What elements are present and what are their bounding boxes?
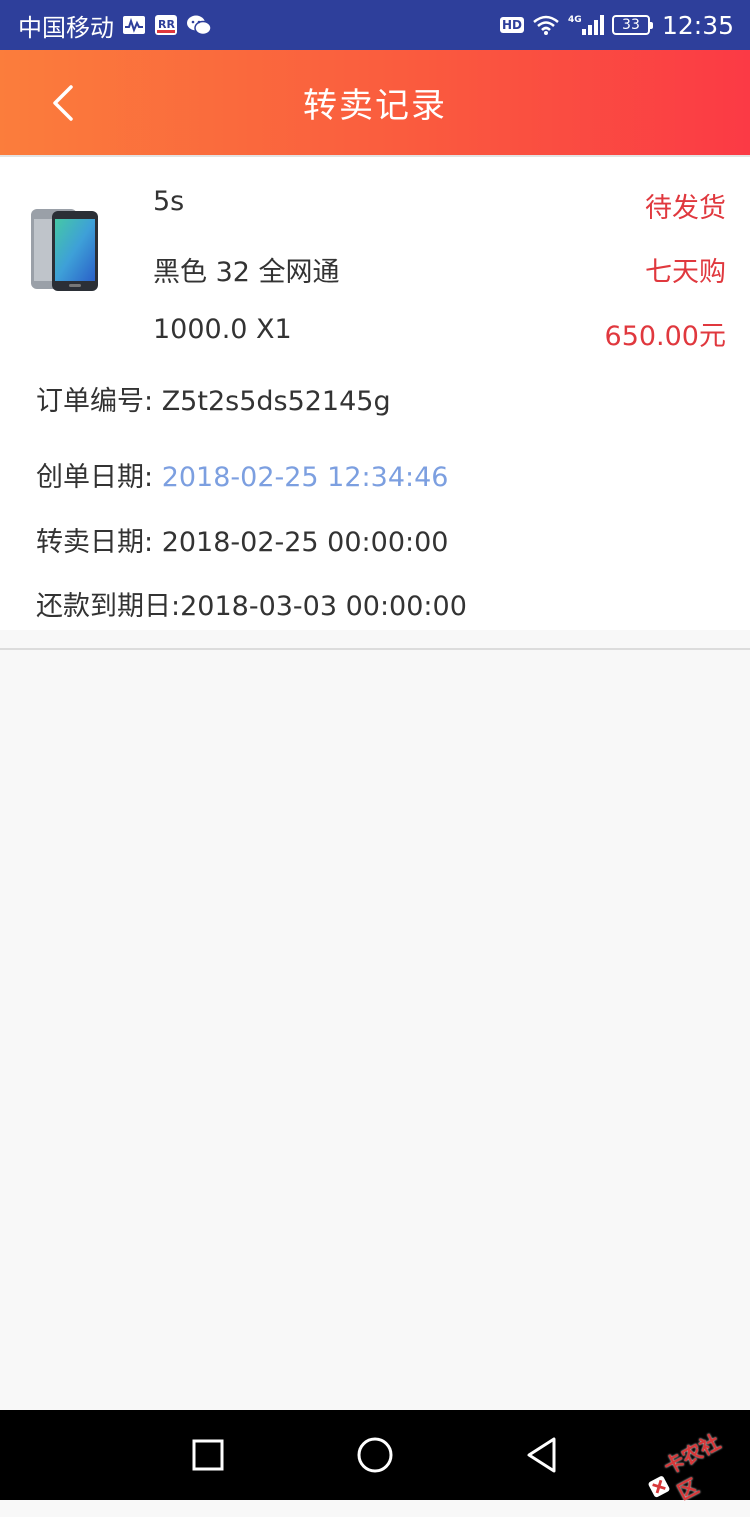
resale-date-row: 转卖日期: 2018-02-25 00:00:00 xyxy=(36,520,448,559)
watermark-text: 卡农社区 xyxy=(659,1429,725,1505)
recent-apps-button[interactable] xyxy=(185,1432,231,1478)
wechat-icon xyxy=(186,14,212,36)
app-notification-icon: RR xyxy=(154,14,178,36)
network-type: 4G xyxy=(568,15,582,25)
watermark: 卡农社区 xyxy=(640,1425,749,1511)
wifi-icon xyxy=(532,14,560,36)
home-button[interactable] xyxy=(352,1432,398,1478)
order-amount: 650.00元 xyxy=(604,321,726,352)
created-date-label: 创单日期: xyxy=(36,462,162,493)
order-card[interactable]: 5s 待发货 黑色 32 全网通 七天购 1000.0 X1 650.00元 订… xyxy=(0,157,750,630)
price-quantity: 1000.0 X1 xyxy=(153,314,292,345)
due-date-row: 还款到期日:2018-03-03 00:00:00 xyxy=(36,584,467,623)
triangle-back-icon xyxy=(527,1437,556,1473)
svg-text:RR: RR xyxy=(158,18,175,31)
status-right: HD 4G 33 12:35 xyxy=(499,10,734,40)
product-image xyxy=(28,209,102,293)
product-name: 5s xyxy=(153,186,185,217)
system-nav-bar: 卡农社区 xyxy=(0,1410,750,1505)
square-icon xyxy=(192,1439,224,1471)
back-button[interactable] xyxy=(40,80,86,126)
resale-date-label: 转卖日期: xyxy=(36,527,162,558)
product-spec: 黑色 32 全网通 xyxy=(153,257,340,288)
chevron-left-icon xyxy=(53,85,73,121)
signal-icon: 4G xyxy=(568,13,604,37)
order-status: 待发货 xyxy=(645,193,726,224)
order-number-row: 订单编号: Z5t2s5ds52145g xyxy=(36,379,391,418)
page-title: 转卖记录 xyxy=(303,86,447,126)
status-left: 中国移动 RR xyxy=(18,8,212,43)
carrier-label: 中国移动 xyxy=(18,13,114,42)
hd-badge: HD xyxy=(499,17,524,33)
battery-icon: 33 xyxy=(611,15,653,35)
order-number-value: Z5t2s5ds52145g xyxy=(161,386,391,417)
activity-icon xyxy=(122,15,146,35)
purchase-plan: 七天购 xyxy=(645,257,726,288)
card-divider xyxy=(0,648,750,650)
created-date-row: 创单日期: 2018-02-25 12:34:46 xyxy=(36,455,448,494)
created-date-value: 2018-02-25 12:34:46 xyxy=(161,462,449,493)
nav-header: 转卖记录 xyxy=(0,50,750,155)
order-number-label: 订单编号: xyxy=(36,386,162,417)
battery-level: 33 xyxy=(622,17,640,33)
circle-icon xyxy=(357,1437,393,1473)
clock: 12:35 xyxy=(661,10,734,40)
due-date-label: 还款到期日: xyxy=(36,591,181,622)
status-bar: 中国移动 RR HD 4G 33 12:35 xyxy=(0,0,750,50)
back-nav-button[interactable] xyxy=(519,1432,565,1478)
resale-date-value: 2018-02-25 00:00:00 xyxy=(161,527,449,558)
due-date-value: 2018-03-03 00:00:00 xyxy=(180,591,467,622)
